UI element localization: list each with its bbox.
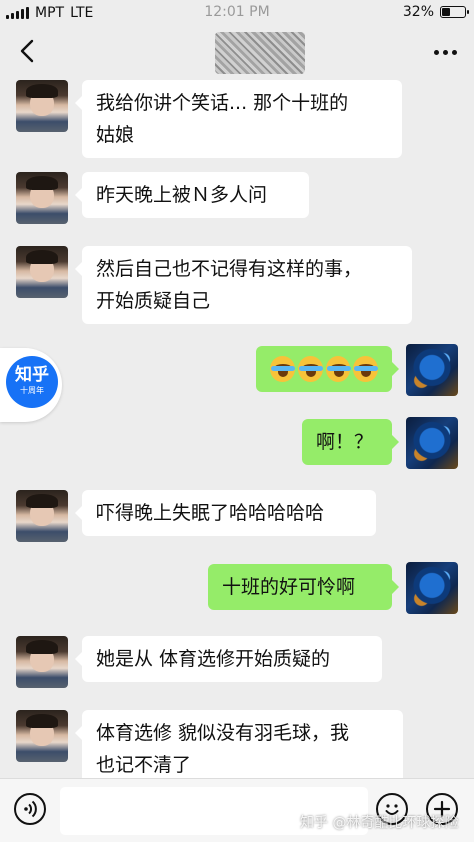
contact-avatar[interactable] (16, 80, 68, 132)
message-list[interactable]: 我给你讲个笑话... 那个十班的 姑娘 昨天晚上被Ｎ多人问 然后自己也不记得有这… (0, 78, 474, 778)
more-dot (451, 49, 457, 55)
chat-title-redacted (215, 32, 305, 74)
more-dot (433, 49, 439, 55)
message-line: 也记不清了 (96, 754, 192, 776)
my-avatar[interactable] (406, 344, 458, 396)
received-message[interactable]: 然后自己也不记得有这样的事， 开始质疑自己 (75, 246, 412, 324)
received-message[interactable]: 我给你讲个笑话... 那个十班的 姑娘 (75, 80, 402, 158)
message-line: 然后自己也不记得有这样的事， (96, 258, 363, 280)
sent-message[interactable]: 啊！？ (302, 419, 399, 465)
voice-icon (24, 800, 37, 818)
message-line: 体育选修 貌似没有羽毛球，我 (96, 722, 350, 744)
message-line: 啊！？ (316, 431, 374, 453)
crying-laughing-emoji (353, 356, 379, 382)
zhihu-logo: 知乎 十周年 (6, 356, 58, 408)
battery-icon (440, 6, 469, 18)
contact-avatar[interactable] (16, 710, 68, 762)
crying-laughing-emoji (270, 356, 295, 382)
more-button[interactable] (430, 40, 460, 64)
message-line: 我给你讲个笑话... 那个十班的 (96, 92, 349, 114)
battery-info: 32% (402, 4, 469, 20)
crying-laughing-emoji (297, 356, 323, 382)
message-line: 姑娘 (96, 124, 135, 146)
received-message[interactable]: 体育选修 貌似没有羽毛球，我 也记不清了 (75, 710, 403, 778)
contact-avatar[interactable] (16, 172, 68, 224)
back-button[interactable] (12, 36, 42, 66)
emoji-row (270, 353, 379, 385)
message-line: 十班的好可怜啊 (222, 576, 356, 598)
message-line: 她是从 体育选修开始质疑的 (96, 648, 331, 670)
input-bar (0, 778, 474, 842)
my-avatar[interactable] (406, 562, 458, 614)
watermark: 知乎 @林奇酷比环球探险 (300, 815, 459, 831)
received-message[interactable]: 她是从 体育选修开始质疑的 (75, 636, 382, 682)
sent-message[interactable] (256, 346, 399, 392)
contact-avatar[interactable] (16, 636, 68, 688)
status-bar: MPT LTE 12:01 PM 32% (0, 0, 474, 26)
crying-laughing-emoji (325, 356, 351, 382)
chat-header (0, 26, 474, 78)
voice-button[interactable] (14, 793, 46, 825)
battery-percent: 32% (402, 4, 434, 20)
more-dot (442, 49, 448, 55)
message-line: 开始质疑自己 (96, 290, 211, 312)
my-avatar[interactable] (406, 417, 458, 469)
received-message[interactable]: 吓得晚上失眠了哈哈哈哈哈 (75, 490, 376, 536)
sent-message[interactable]: 十班的好可怜啊 (208, 564, 399, 610)
chevron-left-icon (20, 39, 34, 63)
battery-level (442, 8, 450, 16)
contact-avatar[interactable] (16, 490, 68, 542)
message-line: 吓得晚上失眠了哈哈哈哈哈 (96, 502, 325, 524)
contact-avatar[interactable] (16, 246, 68, 298)
message-line: 昨天晚上被Ｎ多人问 (96, 184, 268, 206)
received-message[interactable]: 昨天晚上被Ｎ多人问 (75, 172, 309, 218)
